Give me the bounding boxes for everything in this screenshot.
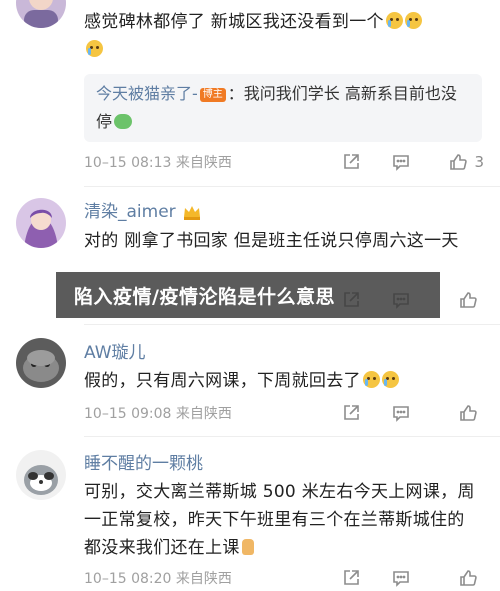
- comment-meta: 10–15 09:08 来自陕西: [84, 406, 232, 422]
- avatar[interactable]: [16, 198, 66, 248]
- thumbs-up-icon: [460, 570, 477, 586]
- overlay-title-text: 陷入疫情/疫情沦陷是什么意思: [74, 285, 335, 308]
- comment-icon[interactable]: [376, 401, 426, 425]
- crying-emoji-icon: [381, 371, 399, 388]
- thumbs-up-icon: [450, 154, 468, 170]
- author-badge: 博主: [199, 88, 226, 102]
- overlay-title-banner: 陷入疫情/疫情沦陷是什么意思: [56, 272, 440, 318]
- comment-icon[interactable]: [376, 566, 426, 590]
- divider: [84, 436, 500, 437]
- frog-emoji-icon: [114, 114, 133, 129]
- avatar[interactable]: [16, 338, 66, 388]
- like-button[interactable]: [426, 568, 484, 588]
- like-button[interactable]: [426, 403, 484, 423]
- comment-text: 可别，交大离兰蒂斯城 500 米左右今天上网课，周一正常复校，昨天下午班里有三个…: [84, 482, 475, 558]
- share-icon[interactable]: [326, 566, 376, 590]
- comment-meta: 10–15 08:20 来自陕西: [84, 571, 232, 587]
- like-count: 3: [474, 153, 484, 171]
- share-icon[interactable]: [326, 401, 376, 425]
- reply-author-name[interactable]: 今天被猫亲了-: [96, 84, 198, 103]
- username[interactable]: AW璇儿: [84, 342, 480, 364]
- crown-badge-icon: [183, 206, 200, 220]
- thumbs-up-emoji-icon: [241, 539, 254, 555]
- crying-emoji-icon: [404, 12, 422, 29]
- comment-text: 感觉碑林都停了 新城区我还没看到一个: [84, 8, 480, 64]
- username[interactable]: 清染_aimer: [84, 201, 480, 223]
- comment-text: 对的 刚拿了书回家 但是班主任说只停周六这一天: [84, 231, 459, 251]
- like-button[interactable]: 3: [426, 152, 484, 172]
- comment-meta: 10–15 08:13 来自陕西: [84, 155, 232, 171]
- avatar[interactable]: [16, 0, 66, 28]
- thumbs-up-icon: [460, 292, 477, 308]
- share-icon[interactable]: [326, 150, 376, 174]
- divider: [84, 324, 500, 325]
- comment-icon[interactable]: [376, 150, 426, 174]
- crying-emoji-icon: [86, 40, 103, 57]
- crying-emoji-icon: [362, 371, 380, 388]
- avatar[interactable]: [16, 450, 66, 500]
- username[interactable]: 睡不醒的一颗桃: [84, 453, 480, 475]
- comment-text: 假的，只有周六网课，下周就回去了: [84, 367, 480, 395]
- author-reply[interactable]: 今天被猫亲了- 博主 ：我问我们学长 高新系目前也没停: [84, 74, 482, 142]
- divider: [84, 186, 500, 187]
- crying-emoji-icon: [385, 12, 403, 29]
- thumbs-up-icon: [460, 405, 477, 421]
